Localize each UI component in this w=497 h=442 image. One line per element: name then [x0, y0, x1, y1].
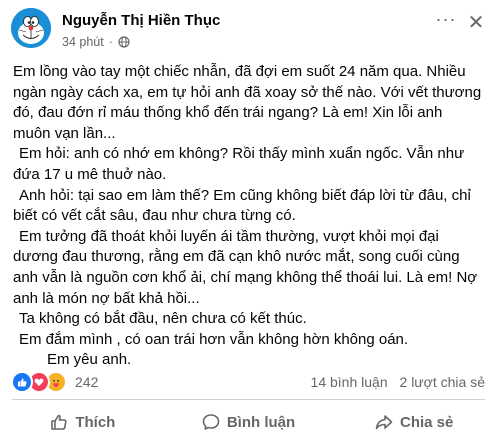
like-button[interactable]: Thích: [0, 404, 166, 440]
comment-icon: [202, 414, 220, 430]
close-icon: ✕: [467, 12, 485, 34]
post-text-line: anh vẫn là nguồn cơn khổ ải, chí mạng kh…: [13, 269, 478, 286]
doraemon-avatar-icon: [11, 8, 51, 48]
close-button[interactable]: ✕: [465, 12, 487, 34]
share-label: Chia sẻ: [400, 413, 454, 431]
post-text-line: Anh hỏi: tại sao em làm thế? Em cũng khô…: [19, 186, 471, 204]
post-text-line: ngàn ngày cách xa, em tự hỏi anh đã xoay…: [13, 83, 482, 101]
post-text-line: dương đau thương, rằng em đã cạn khô nướ…: [13, 248, 460, 266]
post-text-line: Em tưởng đã thoát khỏi luyến ái tầm thườ…: [19, 227, 439, 245]
thumbs-up-icon: [51, 414, 67, 430]
post-text-line: biết có vết cắt sâu, đau như chưa từng c…: [13, 207, 296, 225]
post-text-line: Em hỏi: anh có nhớ em không? Rồi thấy mì…: [19, 145, 465, 163]
comment-button[interactable]: Bình luận: [166, 404, 332, 440]
like-icon: [11, 371, 33, 393]
post-text-line: anh là món nợ bất khả hồi...: [13, 289, 200, 307]
reactions-summary[interactable]: 242: [11, 371, 98, 393]
reaction-count: 242: [75, 374, 99, 390]
post-text-line: đứa 17 u mê thuở nào.: [13, 166, 167, 183]
globe-icon[interactable]: [118, 36, 130, 48]
action-bar: Thích Bình luận Chia sẻ: [0, 404, 497, 440]
more-icon: ···: [435, 9, 457, 29]
avatar[interactable]: [11, 8, 51, 48]
comment-label: Bình luận: [226, 413, 296, 431]
comment-count[interactable]: 14 bình luận: [311, 374, 388, 390]
post-meta: 34 phút ·: [62, 35, 130, 49]
post-text-line: muôn vạn lần...: [13, 124, 116, 142]
post-stats: 14 bình luận 2 lượt chia sẻ: [311, 374, 485, 390]
share-count[interactable]: 2 lượt chia sẻ: [400, 374, 485, 390]
divider: [12, 399, 485, 400]
post-text-line: Em lồng vào tay một chiếc nhẫn, đã đợi e…: [13, 63, 466, 80]
post-text-line: Ta không có bắt đầu, nên chưa có kết thú…: [19, 310, 307, 328]
like-label: Thích: [75, 413, 116, 431]
post-text-line: Em đắm mình , có oan trái hơn vẫn không …: [19, 330, 409, 348]
post-time[interactable]: 34 phút: [62, 35, 104, 49]
share-icon: [375, 415, 393, 430]
facebook-post: Nguyễn Thị Hiền Thục 34 phút · ··· ✕ Em …: [0, 0, 497, 442]
separator-dot: ·: [108, 35, 113, 49]
author-name[interactable]: Nguyễn Thị Hiền Thục: [62, 12, 220, 29]
post-text-line: đó, đau đớn rỉ máu thống khổ đến trái ng…: [13, 104, 443, 122]
post-text-line: Em yêu anh.: [47, 351, 132, 369]
share-button[interactable]: Chia sẻ: [331, 404, 497, 440]
more-options-button[interactable]: ···: [435, 10, 457, 32]
